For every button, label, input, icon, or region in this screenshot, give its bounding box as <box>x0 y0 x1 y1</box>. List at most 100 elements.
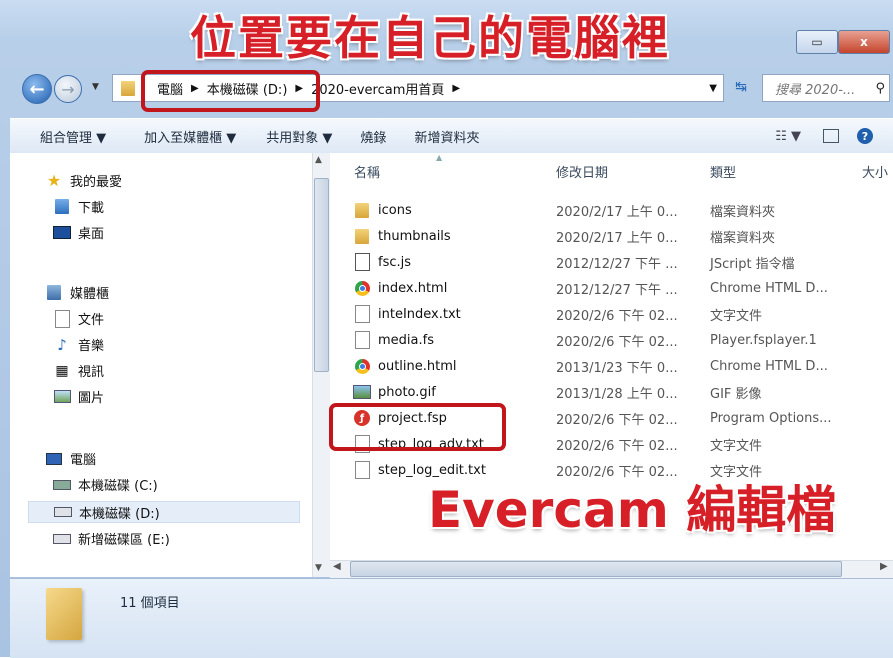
file-type: 文字文件 <box>710 438 763 454</box>
nav-videos[interactable]: ▦ 視訊 <box>52 361 105 381</box>
view-options-icon[interactable]: ☷ ▼ <box>775 129 801 144</box>
file-type: Program Options... <box>710 410 832 426</box>
preview-pane-icon[interactable] <box>823 129 839 143</box>
breadcrumb-separator-icon[interactable]: ▶ <box>452 83 460 94</box>
nav-music[interactable]: ♪ 音樂 <box>52 335 105 355</box>
file-date: 2012/12/27 下午 ... <box>556 282 678 298</box>
add-to-library-menu[interactable]: 加入至媒體櫃 ▼ <box>144 127 236 146</box>
file-type: 檔案資料夾 <box>710 204 776 220</box>
details-pane <box>10 578 893 658</box>
burn-button[interactable]: 燒錄 <box>360 127 386 146</box>
file-icon <box>352 331 372 349</box>
chrome-icon <box>352 358 372 374</box>
file-row[interactable]: index.html 2012/12/27 下午 ... Chrome HTML D… <box>352 276 893 300</box>
file-row[interactable]: media.fs 2020/2/6 下午 02... Player.fsplayer… <box>352 328 893 352</box>
file-date: 2020/2/6 下午 02... <box>556 412 678 428</box>
maximize-button[interactable]: ▭ <box>796 30 838 54</box>
navpane-scroll-thumb[interactable] <box>314 178 329 372</box>
nav-videos-label: 視訊 <box>78 365 105 380</box>
file-type: Chrome HTML D... <box>710 280 828 296</box>
chrome-icon <box>352 280 372 296</box>
close-icon: x <box>860 35 868 49</box>
project-file-highlight-box <box>329 403 506 451</box>
nav-documents[interactable]: 文件 <box>52 309 104 328</box>
folder-icon <box>121 80 135 96</box>
file-row[interactable]: icons 2020/2/17 上午 0... 檔案資料夾 <box>352 198 893 222</box>
help-icon[interactable]: ? <box>857 128 873 144</box>
nav-libraries[interactable]: 媒體櫃 <box>44 283 109 302</box>
downloads-icon <box>52 199 72 214</box>
file-row[interactable]: inteIndex.txt 2020/2/6 下午 02... 文字文件 <box>352 302 893 326</box>
close-button[interactable]: x <box>838 30 890 54</box>
column-header-date[interactable]: 修改日期 <box>556 162 608 181</box>
nav-pictures[interactable]: 圖片 <box>52 387 104 406</box>
file-row[interactable]: outline.html 2013/1/23 下午 0... Chrome HTML… <box>352 354 893 378</box>
nav-documents-label: 文件 <box>78 313 105 328</box>
address-dropdown-icon[interactable]: ▼ <box>709 83 717 94</box>
text-file-icon <box>352 305 372 323</box>
search-box[interactable]: 搜尋 2020-... ⚲ <box>762 74 890 102</box>
scroll-right-icon[interactable]: ▶ <box>880 561 888 572</box>
search-placeholder: 搜尋 2020-... <box>775 82 856 98</box>
maximize-icon: ▭ <box>811 35 823 49</box>
script-icon <box>352 253 372 271</box>
file-name: media.fs <box>378 332 434 348</box>
image-icon <box>352 385 372 399</box>
nav-drive-c-label: 本機磁碟 (C:) <box>78 479 158 494</box>
breadcrumb-current-folder[interactable]: 2020-evercam用首頁 <box>311 79 444 98</box>
new-folder-button[interactable]: 新增資料夾 <box>414 127 479 146</box>
nav-computer[interactable]: 電腦 <box>44 449 96 468</box>
scroll-left-icon[interactable]: ◀ <box>333 561 341 572</box>
file-name: icons <box>378 202 412 218</box>
folder-large-icon <box>46 588 82 640</box>
nav-favorites[interactable]: ★ 我的最愛 <box>44 171 122 190</box>
navigation-pane: ★ 我的最愛 下載 桌面 媒體櫃 文件 ♪ 音樂 ▦ 視訊 圖片 電腦 本機磁碟 (C… <box>10 153 310 577</box>
search-icon[interactable]: ⚲ <box>875 81 885 96</box>
nav-drive-d[interactable]: 本機磁碟 (D:) <box>28 501 300 523</box>
refresh-button[interactable]: ↹ <box>726 74 756 100</box>
item-count: 11 個項目 <box>120 596 180 611</box>
nav-drive-c[interactable]: 本機磁碟 (C:) <box>52 475 158 494</box>
file-date: 2012/12/27 下午 ... <box>556 256 678 272</box>
drive-d-icon <box>53 507 73 517</box>
file-name: photo.gif <box>378 384 436 400</box>
file-date: 2020/2/6 下午 02... <box>556 438 678 454</box>
file-type: 文字文件 <box>710 308 763 324</box>
nav-favorites-label: 我的最愛 <box>70 175 123 190</box>
nav-drive-e[interactable]: 新增磁碟區 (E:) <box>52 529 170 548</box>
file-type: GIF 影像 <box>710 386 762 402</box>
share-with-menu[interactable]: 共用對象 ▼ <box>266 127 332 146</box>
file-list-scroll-thumb[interactable] <box>350 561 842 577</box>
column-header-name[interactable]: 名稱 <box>354 162 380 181</box>
file-date: 2020/2/6 下午 02... <box>556 334 678 350</box>
file-date: 2013/1/23 下午 0... <box>556 360 678 376</box>
column-header-size[interactable]: 大小 <box>862 162 888 181</box>
nav-downloads[interactable]: 下載 <box>52 197 104 216</box>
desktop-icon <box>52 226 72 239</box>
column-header-type[interactable]: 類型 <box>710 162 736 181</box>
file-row[interactable]: photo.gif 2013/1/28 上午 0... GIF 影像 <box>352 380 893 404</box>
file-date: 2013/1/28 上午 0... <box>556 386 678 402</box>
pictures-icon <box>52 390 72 403</box>
organize-menu[interactable]: 組合管理 ▼ <box>40 127 106 146</box>
command-bar: 組合管理 ▼ 加入至媒體櫃 ▼ 共用對象 ▼ 燒錄 新增資料夾 ☷ ▼ ? <box>10 118 893 154</box>
nav-music-label: 音樂 <box>78 339 105 354</box>
file-name: thumbnails <box>378 228 451 244</box>
nav-drive-d-label: 本機磁碟 (D:) <box>79 506 160 522</box>
file-row[interactable]: thumbnails 2020/2/17 上午 0... 檔案資料夾 <box>352 224 893 248</box>
back-button[interactable]: ← <box>22 74 52 104</box>
sort-ascending-icon: ▲ <box>436 153 443 162</box>
drive-c-icon <box>52 479 72 490</box>
file-type: 檔案資料夾 <box>710 230 776 246</box>
nav-drive-e-label: 新增磁碟區 (E:) <box>78 533 170 548</box>
nav-downloads-label: 下載 <box>78 201 105 216</box>
file-row[interactable]: fsc.js 2012/12/27 下午 ... JScript 指令檔 <box>352 250 893 274</box>
recent-pages-dropdown-icon[interactable]: ▼ <box>92 82 99 92</box>
nav-desktop[interactable]: 桌面 <box>52 223 104 242</box>
nav-libraries-label: 媒體櫃 <box>70 287 110 302</box>
music-icon: ♪ <box>57 335 67 354</box>
refresh-icon: ↹ <box>735 79 747 95</box>
forward-button[interactable]: → <box>54 75 82 103</box>
scroll-down-icon[interactable]: ▼ <box>315 563 322 573</box>
scroll-up-icon[interactable]: ▲ <box>315 155 322 165</box>
